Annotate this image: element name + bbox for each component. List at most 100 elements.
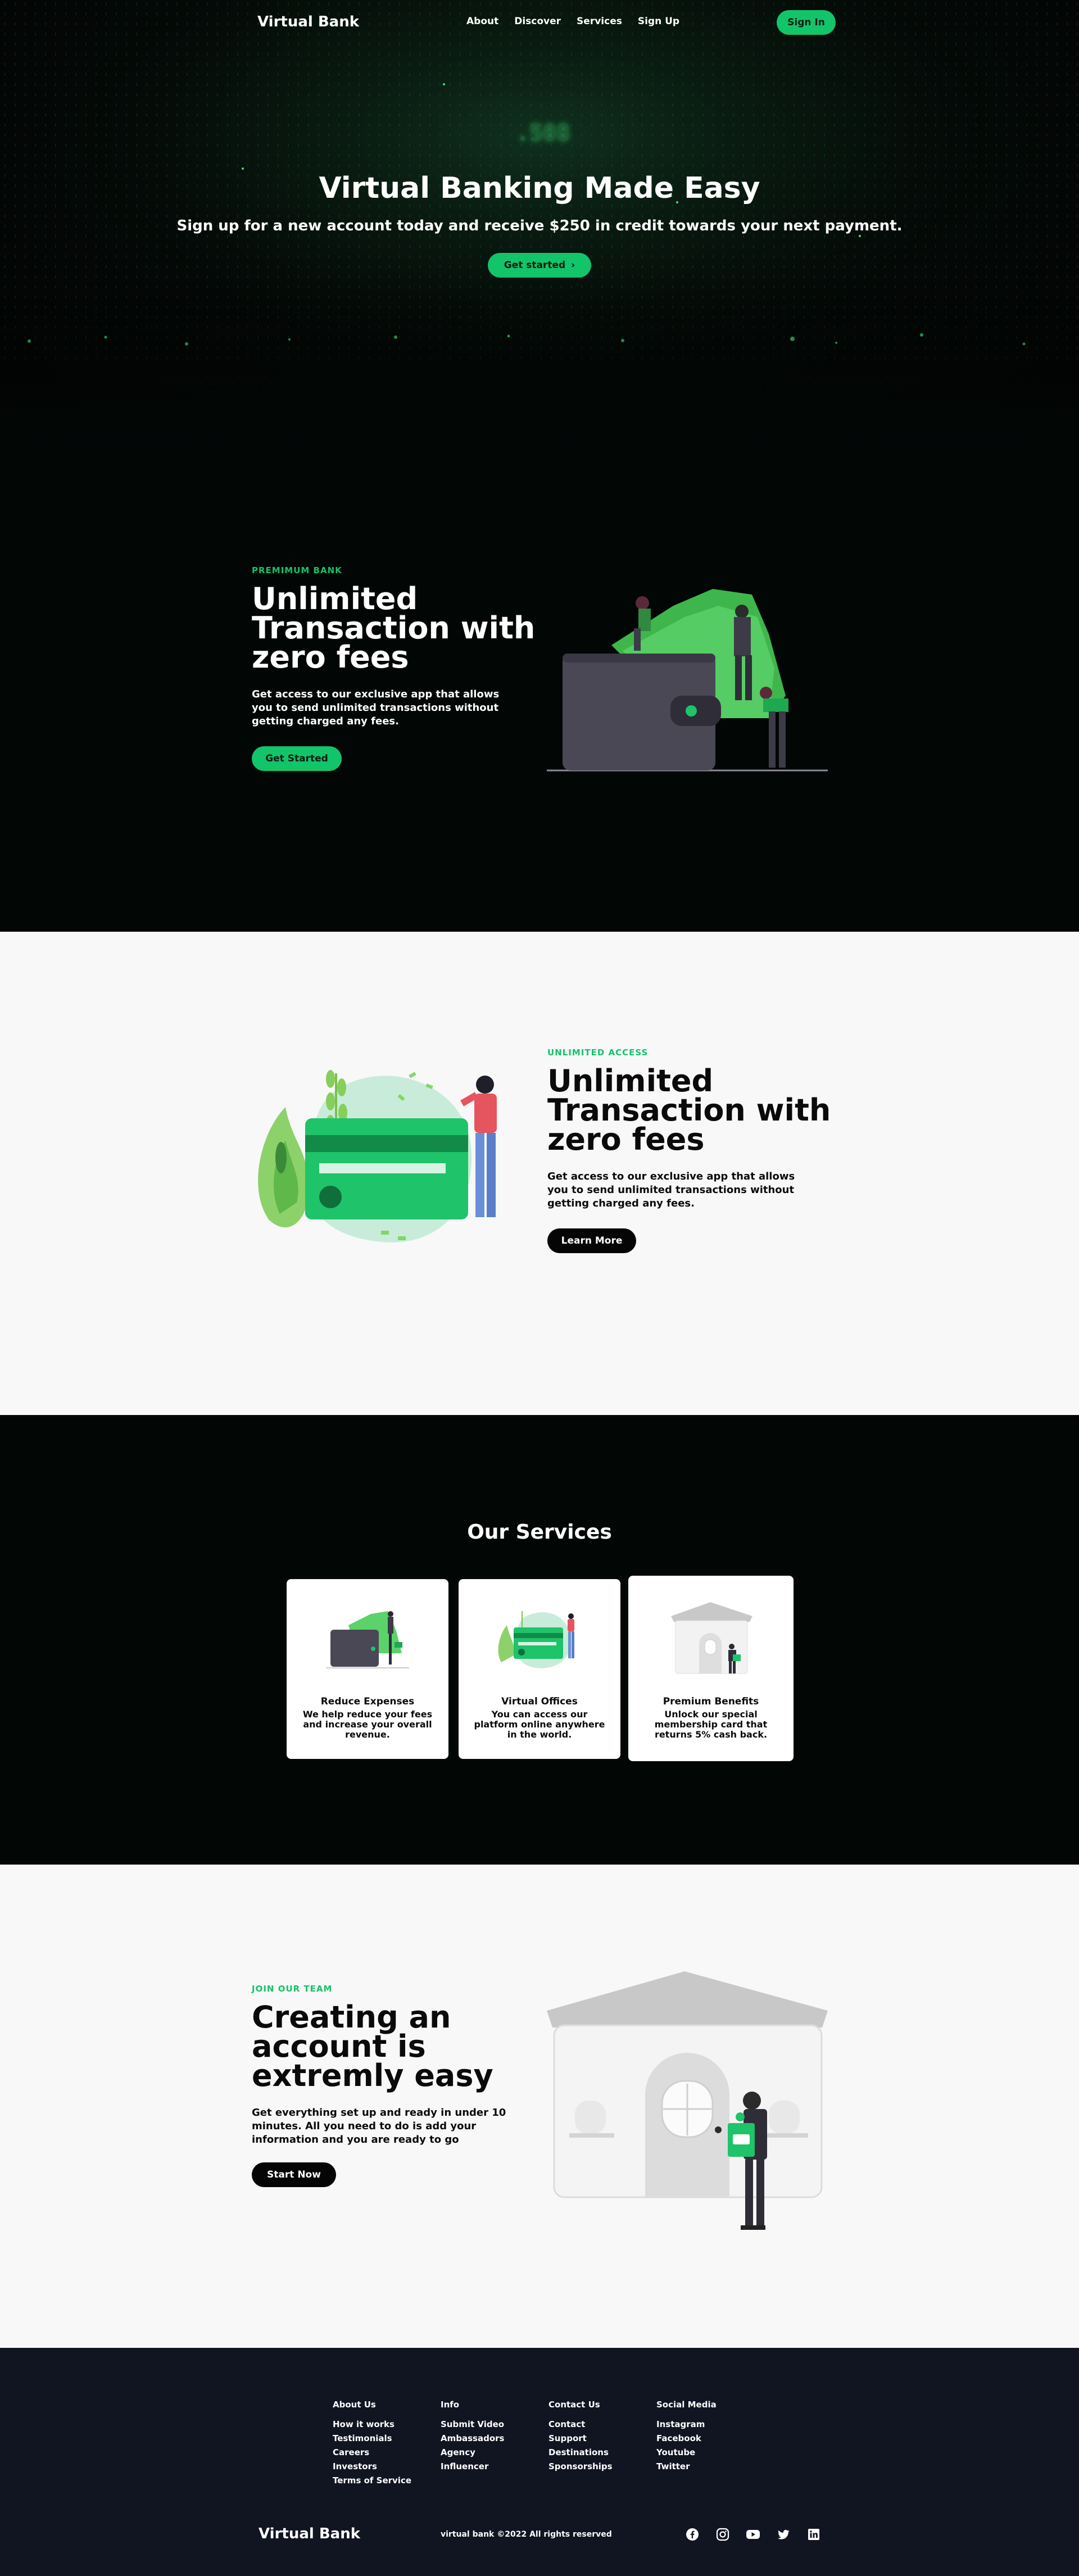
footer-link[interactable]: How it works bbox=[333, 2418, 411, 2432]
hero-subtitle: Sign up for a new account today and rece… bbox=[176, 217, 903, 234]
text-line: minutes. All you need to do is add your bbox=[252, 2120, 477, 2132]
card-title: Premium Benefits bbox=[663, 1696, 759, 1707]
text-line: You can access our bbox=[491, 1709, 588, 1720]
footer-link[interactable]: Investors bbox=[333, 2460, 411, 2474]
hero-display-number: .508 bbox=[516, 120, 570, 146]
footer-col-info: Info Submit Video Ambassadors Agency Inf… bbox=[441, 2400, 504, 2474]
card-title: Virtual Offices bbox=[501, 1696, 578, 1707]
credit-card-illustration bbox=[258, 1070, 497, 1242]
credit-card-icon bbox=[498, 1611, 574, 1668]
text-line: Unlock our special bbox=[664, 1709, 758, 1720]
footer-col-title: Social Media bbox=[656, 2400, 717, 2410]
footer: About Us How it works Testimonials Caree… bbox=[0, 2348, 1079, 2576]
hero-title: Virtual Banking Made Easy bbox=[319, 171, 760, 205]
nav-link-about[interactable]: About bbox=[466, 16, 498, 27]
hero-get-started-button[interactable]: Get started › bbox=[488, 253, 591, 278]
text-line: platform online anywhere bbox=[474, 1719, 605, 1730]
footer-col-title: Contact Us bbox=[548, 2400, 600, 2410]
footer-col-contact: Contact Us Contact Support Destinations … bbox=[548, 2400, 613, 2474]
service-card-premium-benefits[interactable]: Premium Benefits Unlock our special memb… bbox=[628, 1576, 794, 1761]
access-text: Get access to our exclusive app that all… bbox=[547, 1170, 795, 1210]
heading-line: zero fees bbox=[252, 640, 409, 675]
social-icons bbox=[684, 2527, 822, 2542]
hero-cta-label: Get started bbox=[504, 260, 566, 271]
premium-heading: Unlimited Transaction with zero fees bbox=[252, 584, 566, 675]
card-title: Reduce Expenses bbox=[320, 1696, 415, 1707]
text-line: you to send unlimited transactions witho… bbox=[252, 702, 499, 714]
join-heading: Creating an account is extremly easy bbox=[252, 2002, 522, 2093]
footer-col-title: Info bbox=[441, 2400, 460, 2410]
nav-link-discover[interactable]: Discover bbox=[514, 16, 561, 27]
premium-section: PREMIMUM BANK Unlimited Transaction with… bbox=[0, 450, 1079, 932]
text-line: you to send unlimited transactions witho… bbox=[547, 1184, 795, 1196]
footer-col-about: About Us How it works Testimonials Caree… bbox=[333, 2400, 411, 2488]
navbar: Virtual Bank About Discover Services Sig… bbox=[0, 0, 1079, 45]
bank-building-illustration bbox=[547, 1971, 828, 2230]
premium-eyebrow: PREMIMUM BANK bbox=[252, 565, 342, 575]
text-line: We help reduce your fees bbox=[302, 1709, 433, 1720]
footer-logo[interactable]: Virtual Bank bbox=[259, 2525, 360, 2542]
facebook-icon[interactable] bbox=[684, 2527, 700, 2542]
join-start-now-button[interactable]: Start Now bbox=[252, 2162, 336, 2187]
footer-link[interactable]: Submit Video bbox=[441, 2418, 504, 2432]
text-line: Get everything set up and ready in under… bbox=[252, 2107, 506, 2119]
text-line: returns 5% cash back. bbox=[654, 1729, 768, 1740]
footer-link[interactable]: Youtube bbox=[656, 2446, 717, 2460]
footer-link[interactable]: Testimonials bbox=[333, 2432, 411, 2446]
service-card-virtual-offices[interactable]: Virtual Offices You can access our platf… bbox=[459, 1579, 620, 1759]
footer-col-social: Social Media Instagram Facebook Youtube … bbox=[656, 2400, 717, 2474]
footer-link[interactable]: Influencer bbox=[441, 2460, 504, 2474]
wallet-illustration bbox=[547, 589, 828, 772]
footer-link[interactable]: Contact bbox=[548, 2418, 613, 2432]
nav-link-services[interactable]: Services bbox=[577, 16, 622, 27]
join-text: Get everything set up and ready in under… bbox=[252, 2106, 506, 2147]
footer-link[interactable]: Twitter bbox=[656, 2460, 717, 2474]
card-text: Unlock our special membership card that … bbox=[642, 1709, 780, 1740]
footer-col-title: About Us bbox=[333, 2400, 376, 2410]
text-line: getting charged any fees. bbox=[547, 1198, 695, 1209]
text-line: information and you are ready to go bbox=[252, 2134, 459, 2146]
footer-link[interactable]: Instagram bbox=[656, 2418, 717, 2432]
text-line: membership card that bbox=[654, 1719, 768, 1730]
nav-links: About Discover Services Sign Up bbox=[466, 16, 679, 27]
youtube-icon[interactable] bbox=[745, 2527, 761, 2542]
text-line: revenue. bbox=[345, 1729, 390, 1740]
wallet-icon bbox=[326, 1611, 409, 1668]
footer-link[interactable]: Support bbox=[548, 2432, 613, 2446]
card-text: You can access our platform online anywh… bbox=[472, 1709, 607, 1740]
premium-get-started-button[interactable]: Get Started bbox=[252, 746, 342, 771]
footer-link[interactable]: Terms of Service bbox=[333, 2474, 411, 2488]
service-card-reduce-expenses[interactable]: Reduce Expenses We help reduce your fees… bbox=[287, 1579, 448, 1759]
premium-text: Get access to our exclusive app that all… bbox=[252, 688, 499, 728]
footer-link[interactable]: Ambassadors bbox=[441, 2432, 504, 2446]
logo[interactable]: Virtual Bank bbox=[257, 13, 359, 30]
footer-link[interactable]: Careers bbox=[333, 2446, 411, 2460]
card-text: We help reduce your fees and increase yo… bbox=[300, 1709, 435, 1740]
twitter-icon[interactable] bbox=[776, 2527, 791, 2542]
text-line: Get access to our exclusive app that all… bbox=[252, 688, 500, 700]
text-line: and increase your overall bbox=[303, 1719, 432, 1730]
hero-section: .508 Virtual Banking Made Easy Sign up f… bbox=[0, 0, 1079, 450]
join-eyebrow: JOIN OUR TEAM bbox=[252, 1984, 333, 1994]
services-title: Our Services bbox=[467, 1521, 612, 1544]
instagram-icon[interactable] bbox=[715, 2527, 731, 2542]
linkedin-icon[interactable] bbox=[806, 2527, 822, 2542]
bank-building-icon bbox=[671, 1602, 752, 1674]
access-heading: Unlimited Transaction with zero fees bbox=[547, 1066, 862, 1157]
text-line: getting charged any fees. bbox=[252, 715, 399, 727]
text-line: Get access to our exclusive app that all… bbox=[547, 1171, 795, 1182]
chevron-right-icon: › bbox=[571, 260, 575, 271]
signin-button[interactable]: Sign In bbox=[777, 10, 836, 35]
text-line: in the world. bbox=[507, 1729, 572, 1740]
footer-link[interactable]: Destinations bbox=[548, 2446, 613, 2460]
footer-copyright: virtual bank ©2022 All rights reserved bbox=[441, 2530, 612, 2539]
heading-line: extremly easy bbox=[252, 2058, 493, 2093]
footer-link[interactable]: Facebook bbox=[656, 2432, 717, 2446]
footer-link[interactable]: Agency bbox=[441, 2446, 504, 2460]
heading-line: zero fees bbox=[547, 1122, 705, 1157]
nav-link-signup[interactable]: Sign Up bbox=[638, 16, 679, 27]
services-section: Our Services Reduce Expenses We help red… bbox=[0, 1415, 1079, 1865]
footer-link[interactable]: Sponsorships bbox=[548, 2460, 613, 2474]
access-section: UNLIMITED ACCESS Unlimited Transaction w… bbox=[0, 932, 1079, 1415]
access-learn-more-button[interactable]: Learn More bbox=[547, 1228, 636, 1253]
